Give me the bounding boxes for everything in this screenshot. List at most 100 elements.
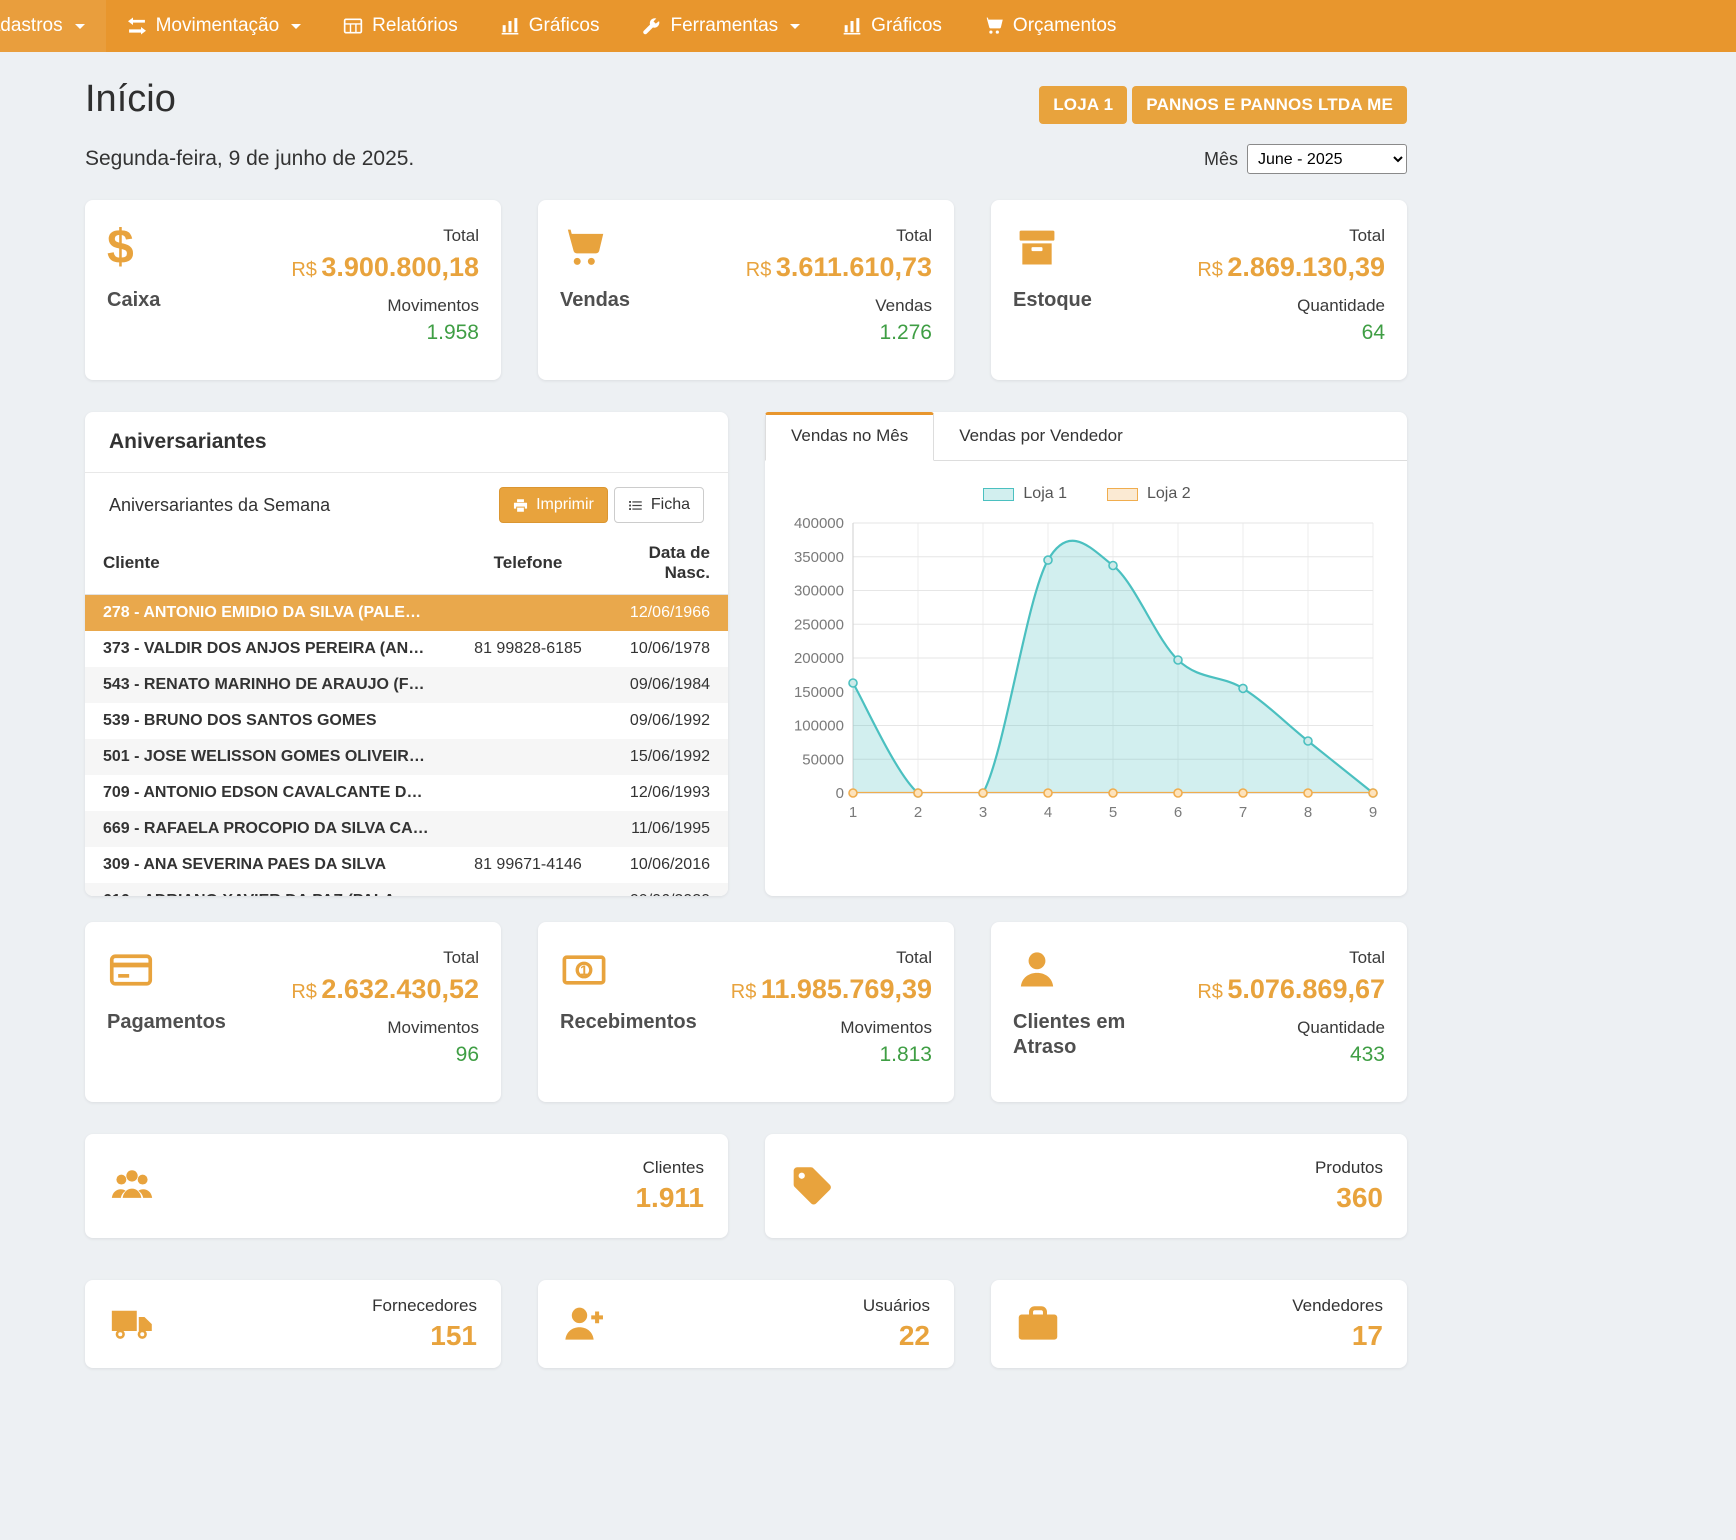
birthday-row[interactable]: 709 - ANTONIO EDSON CAVALCANTE D… 12/06/1… [85,775,728,811]
cell-cliente: 373 - VALDIR DOS ANJOS PEREIRA (AN… [85,631,453,667]
legend-swatch [983,488,1014,501]
card-value: 151 [372,1320,477,1352]
total-label: Total [443,948,479,968]
stat-card-clientes-em-atraso: Clientes em Atraso Total R$ 5.076.869,67… [991,922,1407,1102]
birthday-row[interactable]: 543 - RENATO MARINHO DE ARAUJO (F…09/06/… [85,667,728,703]
sales-tabs: Vendas no MêsVendas por Vendedor [765,412,1407,461]
month-label: Mês [1204,149,1238,170]
ficha-button[interactable]: Ficha [614,487,704,523]
stat-card-title: Estoque [1013,288,1092,313]
main-content: Início LOJA 1 PANNOS E PANNOS LTDA ME Se… [85,78,1407,1368]
birthday-row[interactable]: 616 - ADRIANO XAVIER DA PAZ (PALA…09/06/… [85,883,728,896]
bar-chart-icon [500,16,520,36]
cell-telefone [453,811,603,847]
amount-value: 3.611.610,73 [776,252,932,282]
list-icon [628,498,643,513]
count-label: Vendas [875,296,932,316]
count-value: 64 [1362,321,1385,345]
briefcase-icon [1015,1302,1061,1346]
svg-text:300000: 300000 [794,583,844,600]
svg-text:6: 6 [1174,804,1182,821]
svg-text:8: 8 [1304,804,1312,821]
total-amount: R$ 2.869.130,39 [1197,252,1385,283]
stat-card-title: Clientes em Atraso [1013,1010,1153,1060]
svg-text:5: 5 [1109,804,1117,821]
svg-text:2: 2 [914,804,922,821]
cell-nascimento: 11/06/1995 [603,811,728,847]
stat-card-pagamentos: Pagamentos Total R$ 2.632.430,52 Movimen… [85,922,501,1102]
birthday-row[interactable]: 309 - ANA SEVERINA PAES DA SILVA81 99671… [85,847,728,883]
svg-text:350000: 350000 [794,549,844,566]
birthdays-title: Aniversariantes [85,412,728,473]
chevron-down-icon [291,24,301,29]
svg-text:3: 3 [979,804,987,821]
sales-panel: Vendas no MêsVendas por Vendedor Loja 1L… [765,412,1407,896]
column-header-cliente: Cliente [85,535,453,595]
currency-symbol: R$ [291,981,317,1003]
birthday-row[interactable]: 501 - JOSE WELISSON GOMES OLIVEIR…15/06/… [85,739,728,775]
user-plus-icon [562,1302,608,1346]
cell-cliente: 709 - ANTONIO EDSON CAVALCANTE D… [85,775,453,811]
cell-nascimento: 15/06/1992 [603,739,728,775]
chevron-down-icon [75,24,85,29]
stat-cards-bottom-row: Pagamentos Total R$ 2.632.430,52 Movimen… [85,922,1407,1102]
total-amount: R$ 3.611.610,73 [746,252,932,283]
total-label: Total [896,948,932,968]
card-label: Usuários [863,1296,930,1316]
count-value: 1.276 [879,321,932,345]
nav-item-graficos[interactable]: Gráficos [821,0,963,52]
chart-legend: Loja 1 Loja 2 [781,485,1393,503]
table-icon [343,16,363,36]
nav-item-label: Cadastros [0,15,63,37]
cart-icon [984,16,1004,36]
birthday-row[interactable]: 278 - ANTONIO EMIDIO DA SILVA (PALE…12/0… [85,595,728,632]
tab-vendas-no-mes[interactable]: Vendas no Mês [765,412,934,461]
column-header-nascimento: Data de Nasc. [603,535,728,595]
svg-text:7: 7 [1239,804,1247,821]
stat-card-estoque: Estoque Total R$ 2.869.130,39 Quantidade… [991,200,1407,380]
tab-vendas-por-vendedor[interactable]: Vendas por Vendedor [934,412,1148,460]
nav-item-relatorios[interactable]: Relatórios [322,0,479,52]
nav-item-orcamentos[interactable]: Orçamentos [963,0,1137,52]
birthday-row[interactable]: 373 - VALDIR DOS ANJOS PEREIRA (AN…81 99… [85,631,728,667]
currency-symbol: R$ [731,981,757,1003]
truck-icon [109,1302,155,1346]
count-label: Quantidade [1297,296,1385,316]
card-label: Fornecedores [372,1296,477,1316]
cell-cliente: 669 - RAFAELA PROCOPIO DA SILVA CA… [85,811,453,847]
print-button-label: Imprimir [536,496,594,514]
birthdays-panel: Aniversariantes Aniversariantes da Seman… [85,412,728,896]
currency-symbol: R$ [291,259,317,281]
nav-item-cadastros[interactable]: Cadastros [0,0,106,52]
print-button[interactable]: Imprimir [499,487,608,523]
amount-value: 2.869.130,39 [1227,252,1385,282]
month-select[interactable]: June - 2025 [1247,144,1407,174]
stat-card-title: Caixa [107,288,160,313]
cell-nascimento: 12/06/1993 [603,775,728,811]
cell-telefone: 81 99828-6185 [453,631,603,667]
chevron-down-icon [790,24,800,29]
count-value: 1.958 [426,321,479,345]
nav-item-ferramentas[interactable]: Ferramentas [620,0,821,52]
amount-value: 5.076.869,67 [1227,974,1385,1004]
legend-item-loja-2[interactable]: Loja 2 [1107,485,1191,503]
box-icon [1013,226,1061,270]
card-usuarios: Usuários 22 [538,1280,954,1368]
cell-cliente: 309 - ANA SEVERINA PAES DA SILVA [85,847,453,883]
ficha-button-label: Ficha [651,496,690,514]
birthday-row[interactable]: 539 - BRUNO DOS SANTOS GOMES09/06/1992 [85,703,728,739]
nav-item-label: Orçamentos [1013,15,1116,37]
nav-item-movimentacao[interactable]: Movimentação [106,0,323,52]
amount-value: 11.985.769,39 [761,974,932,1004]
company-button[interactable]: PANNOS E PANNOS LTDA ME [1132,86,1407,124]
card-label: Vendedores [1292,1296,1383,1316]
birthday-row[interactable]: 669 - RAFAELA PROCOPIO DA SILVA CA… 11/06… [85,811,728,847]
cell-cliente: 543 - RENATO MARINHO DE ARAUJO (F… [85,667,453,703]
svg-text:250000: 250000 [794,616,844,633]
nav-item-graficos[interactable]: Gráficos [479,0,621,52]
total-amount: R$ 2.632.430,52 [291,974,479,1005]
cell-telefone [453,775,603,811]
legend-item-loja-1[interactable]: Loja 1 [983,485,1067,503]
store-button[interactable]: LOJA 1 [1039,86,1127,124]
card-value: 1.911 [635,1182,704,1214]
